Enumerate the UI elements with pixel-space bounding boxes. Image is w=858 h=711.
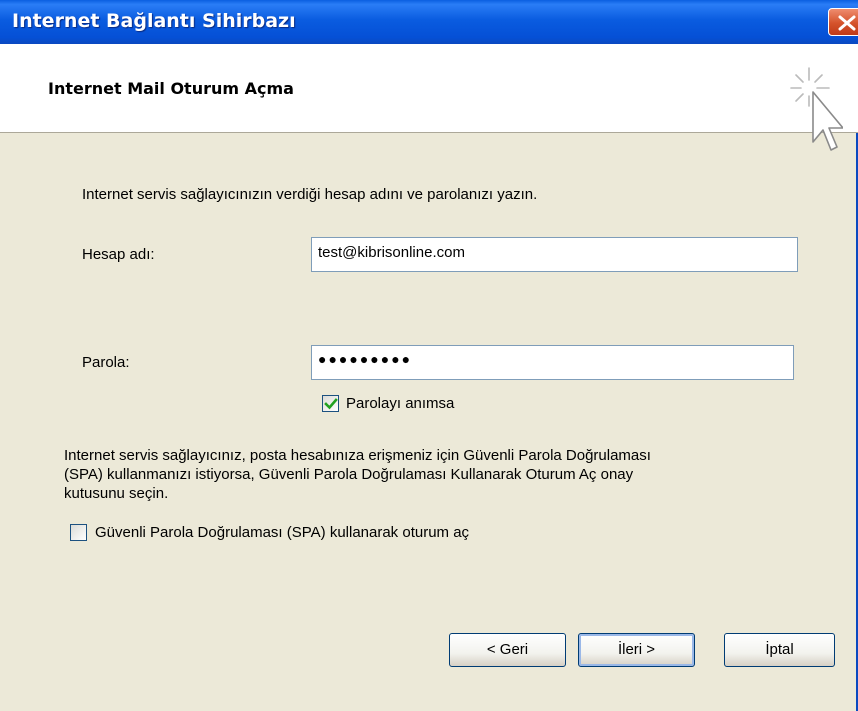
password-label: Parola: bbox=[82, 354, 130, 371]
remember-password-checkbox[interactable] bbox=[322, 395, 339, 412]
spa-description-line: kutusunu seçin. bbox=[64, 485, 169, 502]
window-title: Internet Bağlantı Sihirbazı bbox=[12, 10, 296, 32]
spa-label[interactable]: Güvenli Parola Doğrulaması (SPA) kullana… bbox=[95, 524, 469, 541]
close-button[interactable] bbox=[828, 8, 858, 36]
cancel-button[interactable]: İptal bbox=[724, 633, 835, 667]
spa-description-line: (SPA) kullanmanızı istiyorsa, Güvenli Pa… bbox=[64, 466, 634, 483]
spa-description-line: Internet servis sağlayıcınız, posta hesa… bbox=[64, 447, 651, 464]
next-button[interactable]: İleri > bbox=[578, 633, 695, 667]
wizard-content: Internet servis sağlayıcınızın verdiği h… bbox=[0, 133, 858, 711]
checkmark-icon bbox=[324, 398, 338, 410]
spa-checkbox[interactable] bbox=[70, 524, 87, 541]
page-title: Internet Mail Oturum Açma bbox=[48, 79, 294, 98]
account-input[interactable]: test@kibrisonline.com bbox=[311, 237, 798, 272]
wizard-header: Internet Mail Oturum Açma bbox=[0, 44, 858, 151]
back-button[interactable]: < Geri bbox=[449, 633, 566, 667]
account-label: Hesap adı: bbox=[82, 246, 155, 263]
spa-description: Internet servis sağlayıcınız, posta hesa… bbox=[64, 446, 824, 503]
remember-password-label[interactable]: Parolayı anımsa bbox=[346, 395, 454, 412]
intro-text: Internet servis sağlayıcınızın verdiği h… bbox=[82, 186, 538, 203]
title-bar[interactable]: Internet Bağlantı Sihirbazı bbox=[0, 0, 858, 44]
password-input[interactable]: ●●●●●●●●● bbox=[311, 345, 794, 380]
close-icon bbox=[838, 15, 856, 31]
